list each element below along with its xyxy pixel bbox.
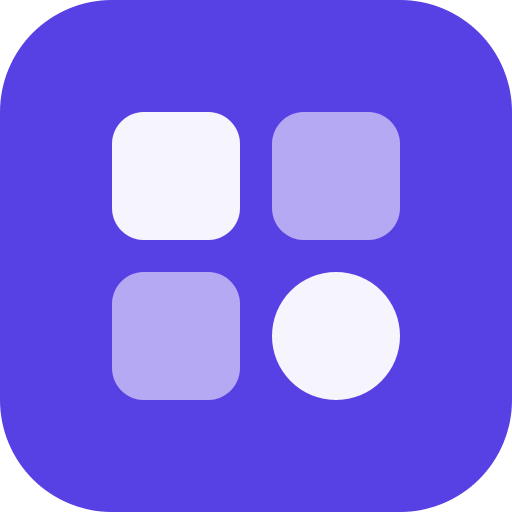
grid-cell-top-left: [112, 112, 240, 240]
app-grid-icon: [0, 0, 512, 512]
grid-cell-bottom-right: [272, 272, 400, 400]
grid-cell-top-right: [272, 112, 400, 240]
grid-cell-bottom-left: [112, 272, 240, 400]
